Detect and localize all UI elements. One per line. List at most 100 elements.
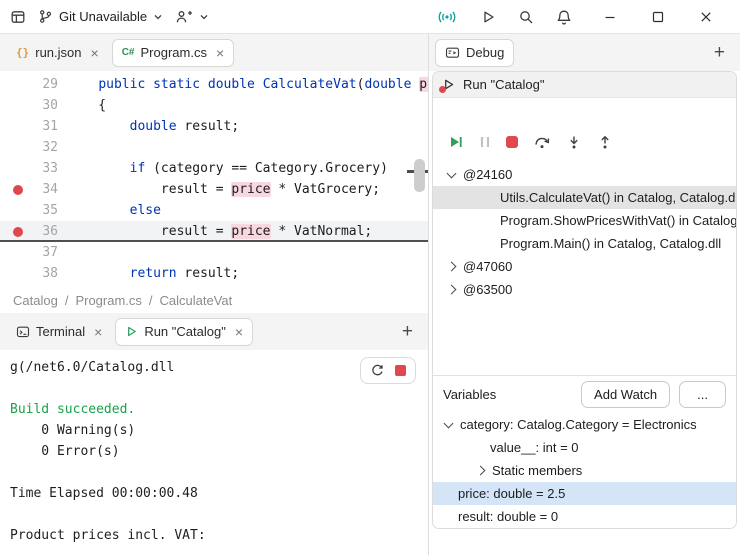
git-status-label: Git Unavailable bbox=[59, 9, 147, 24]
add-debug-tab-button[interactable]: + bbox=[705, 43, 734, 62]
tab-debug[interactable]: Debug bbox=[435, 39, 514, 67]
step-over-button[interactable] bbox=[533, 134, 551, 150]
close-icon[interactable]: × bbox=[94, 325, 102, 339]
variable-label: value__: int = 0 bbox=[490, 440, 579, 455]
line-number: 31 bbox=[36, 116, 58, 137]
breadcrumb-item[interactable]: CalculateVat bbox=[160, 293, 233, 308]
code-text: result = price * VatGrocery; bbox=[58, 179, 380, 200]
code-text: public static double CalculateVat(double… bbox=[58, 74, 428, 95]
code-line[interactable]: 37 bbox=[0, 242, 428, 263]
tree-label: @24160 bbox=[463, 167, 512, 182]
run-icon[interactable] bbox=[480, 9, 496, 25]
code-text: if (category == Category.Grocery) bbox=[58, 158, 388, 179]
thread-row[interactable]: @47060 bbox=[433, 255, 736, 278]
resume-button[interactable] bbox=[448, 134, 464, 150]
chevron-right-icon[interactable] bbox=[447, 285, 457, 295]
variable-row[interactable]: category: Catalog.Category = Electronics bbox=[433, 413, 736, 436]
terminal-line: Build succeeded. bbox=[10, 399, 428, 420]
step-into-button[interactable] bbox=[566, 134, 582, 150]
variable-label: Static members bbox=[492, 463, 582, 478]
code-line[interactable]: 35 else bbox=[0, 200, 428, 221]
editor-tabbar: {} run.json × C# Program.cs × bbox=[0, 34, 428, 71]
rerun-icon[interactable] bbox=[370, 363, 385, 378]
variable-label: category: Catalog.Category = Electronics bbox=[460, 417, 697, 432]
tab-run-json[interactable]: {} run.json × bbox=[6, 39, 109, 67]
tab-run-catalog[interactable]: Run "Catalog" × bbox=[115, 318, 253, 346]
breakpoint-dot[interactable] bbox=[0, 227, 36, 237]
more-options-button[interactable]: ... bbox=[679, 381, 726, 408]
stack-frame-row[interactable]: Program.Main() in Catalog, Catalog.dll bbox=[433, 232, 736, 255]
code-text: result = price * VatNormal; bbox=[58, 221, 372, 242]
chevron-right-icon[interactable] bbox=[447, 262, 457, 272]
chevron-right-icon[interactable] bbox=[476, 466, 486, 476]
tab-label: Program.cs bbox=[140, 45, 206, 60]
terminal-line: Time Elapsed 00:00:00.48 bbox=[10, 483, 428, 504]
frames-empty-space bbox=[433, 301, 736, 375]
code-text: { bbox=[58, 95, 106, 116]
collaborate-menu[interactable] bbox=[175, 9, 209, 25]
stop-icon[interactable] bbox=[395, 365, 406, 376]
csharp-file-icon: C# bbox=[122, 47, 135, 58]
terminal-tabbar: Terminal × Run "Catalog" × + bbox=[0, 313, 428, 350]
add-watch-button[interactable]: Add Watch bbox=[581, 381, 670, 408]
search-icon[interactable] bbox=[518, 9, 534, 25]
thread-row[interactable]: @63500 bbox=[433, 278, 736, 301]
stack-frame-row[interactable]: Utils.CalculateVat() in Catalog, Catalog… bbox=[433, 186, 736, 209]
breadcrumb-item[interactable]: Catalog bbox=[13, 293, 58, 308]
tree-label: @63500 bbox=[463, 282, 512, 297]
code-line[interactable]: 34 result = price * VatGrocery; bbox=[0, 179, 428, 200]
broadcast-icon[interactable] bbox=[436, 9, 458, 25]
person-add-icon bbox=[175, 9, 193, 25]
code-text: return result; bbox=[58, 263, 239, 284]
code-editor[interactable]: 29 public static double CalculateVat(dou… bbox=[0, 71, 428, 287]
variable-row[interactable]: price: double = 2.5 bbox=[433, 482, 736, 505]
chevron-down-icon[interactable] bbox=[447, 168, 457, 178]
tree-label: Program.ShowPricesWithVat() in Catalog, … bbox=[500, 213, 736, 228]
tab-label: run.json bbox=[35, 45, 81, 60]
add-terminal-tab-button[interactable]: + bbox=[393, 322, 422, 341]
code-line[interactable]: 33 if (category == Category.Grocery) bbox=[0, 158, 428, 179]
close-icon[interactable]: × bbox=[91, 46, 99, 60]
breakpoint-dot[interactable] bbox=[0, 185, 36, 195]
close-button[interactable] bbox=[682, 2, 730, 32]
breadcrumb-separator: / bbox=[65, 293, 69, 308]
variable-row[interactable]: value__: int = 0 bbox=[433, 436, 736, 459]
terminal-line: 0 Warning(s) bbox=[10, 420, 428, 441]
debug-run-header: Run "Catalog" bbox=[433, 72, 736, 98]
minimize-button[interactable] bbox=[586, 2, 634, 32]
pause-button[interactable] bbox=[479, 135, 491, 149]
variable-row[interactable]: Static members bbox=[433, 459, 736, 482]
code-line[interactable]: 32 bbox=[0, 137, 428, 158]
code-line[interactable]: 36 result = price * VatNormal; bbox=[0, 221, 428, 242]
code-line[interactable]: 29 public static double CalculateVat(dou… bbox=[0, 74, 428, 95]
line-number: 37 bbox=[36, 242, 58, 263]
close-icon[interactable]: × bbox=[235, 325, 243, 339]
terminal-output[interactable]: g(/net6.0/Catalog.dllBuild succeeded. 0 … bbox=[0, 350, 428, 555]
code-line[interactable]: 38 return result; bbox=[0, 263, 428, 284]
tab-terminal[interactable]: Terminal × bbox=[6, 318, 112, 346]
tree-label: @47060 bbox=[463, 259, 512, 274]
tab-label: Run "Catalog" bbox=[144, 324, 226, 339]
breadcrumb-item[interactable]: Program.cs bbox=[75, 293, 141, 308]
stack-frame-row[interactable]: Program.ShowPricesWithVat() in Catalog, … bbox=[433, 209, 736, 232]
close-icon[interactable]: × bbox=[216, 46, 224, 60]
code-line[interactable]: 31 double result; bbox=[0, 116, 428, 137]
breadcrumb-separator: / bbox=[149, 293, 153, 308]
terminal-run-controls bbox=[360, 357, 416, 384]
left-pane: {} run.json × C# Program.cs × 29 public … bbox=[0, 34, 429, 555]
stop-button[interactable] bbox=[506, 136, 518, 148]
thread-row[interactable]: @24160 bbox=[433, 163, 736, 186]
git-status-menu[interactable]: Git Unavailable bbox=[38, 9, 163, 24]
terminal-line bbox=[10, 462, 428, 483]
notifications-bell-icon[interactable] bbox=[556, 9, 572, 25]
maximize-button[interactable] bbox=[634, 2, 682, 32]
variable-label: result: double = 0 bbox=[458, 509, 558, 524]
variable-row[interactable]: result: double = 0 bbox=[433, 505, 736, 528]
workspace-icon[interactable] bbox=[10, 9, 26, 25]
chevron-down-icon[interactable] bbox=[444, 418, 454, 428]
tab-program-cs[interactable]: C# Program.cs × bbox=[112, 39, 234, 67]
step-out-button[interactable] bbox=[597, 134, 613, 150]
code-line[interactable]: 30 { bbox=[0, 95, 428, 116]
tree-label: Program.Main() in Catalog, Catalog.dll bbox=[500, 236, 721, 251]
editor-scrollbar[interactable] bbox=[414, 159, 425, 192]
